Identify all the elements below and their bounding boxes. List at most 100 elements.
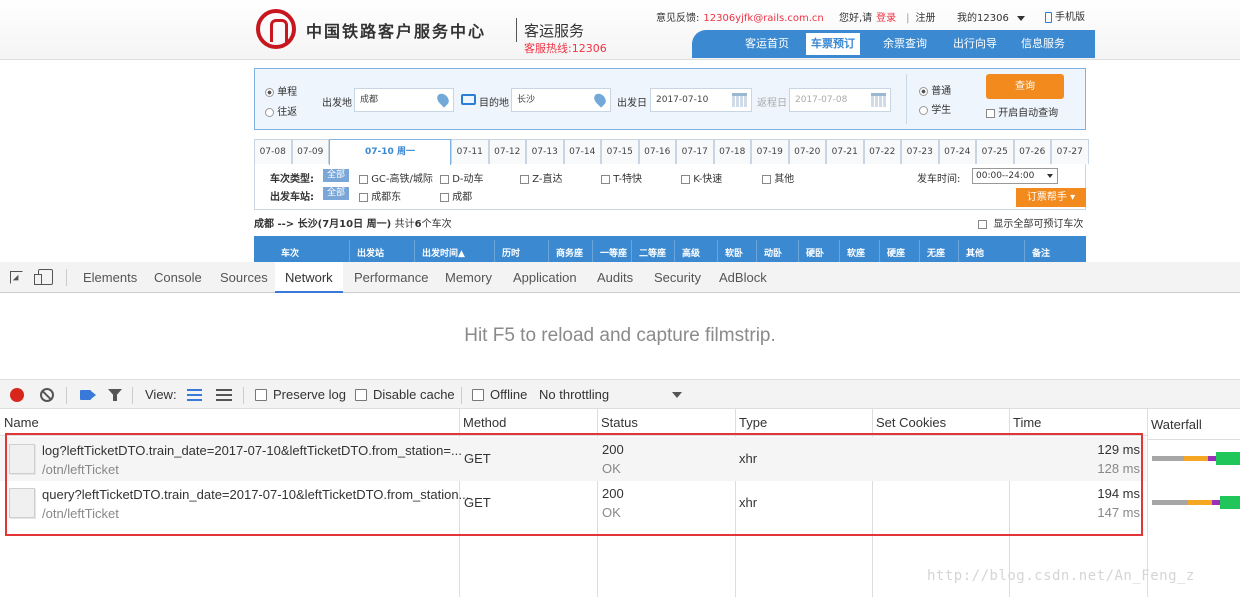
column-header-type[interactable]: Type (735, 409, 872, 436)
date-tab[interactable]: 07-17 (676, 139, 714, 164)
column-header-method[interactable]: Method (459, 409, 597, 436)
site-logo-text[interactable]: 中国铁路客户服务中心 (306, 18, 486, 42)
from-station-input[interactable]: 成都 (354, 88, 454, 112)
clear-icon[interactable] (40, 388, 54, 402)
devtools-tab-adblock[interactable]: AdBlock (719, 262, 767, 293)
chevron-down-icon[interactable] (672, 392, 682, 398)
column-header-set-cookies[interactable]: Set Cookies (872, 409, 1009, 436)
overview-icon[interactable] (216, 389, 232, 401)
date-tab[interactable]: 07-18 (713, 139, 751, 164)
inspect-element-icon[interactable] (10, 271, 23, 284)
date-tab[interactable]: 07-11 (451, 139, 489, 164)
date-tab[interactable]: 07-10 周一 (329, 139, 451, 165)
trip-return-radio[interactable]: 往返 (265, 103, 297, 118)
nav-home[interactable]: 客运首页 (732, 30, 802, 58)
station-chengdudong-checkbox[interactable]: 成都东 (359, 188, 401, 203)
column-header[interactable]: 车次 (281, 246, 299, 259)
nav-booking[interactable]: 车票预订 (806, 33, 860, 55)
trip-single-radio[interactable]: 单程 (265, 83, 297, 98)
column-header-status[interactable]: Status (597, 409, 735, 436)
date-tab[interactable]: 07-08 (254, 139, 292, 164)
column-header[interactable]: 二等座 (639, 246, 666, 259)
column-header[interactable]: 动卧 (764, 246, 782, 259)
to-station-input[interactable]: 长沙 (511, 88, 611, 112)
type-k-checkbox[interactable]: K-快速 (681, 170, 722, 185)
booking-helper-button[interactable]: 订票帮手 ▾ (1016, 188, 1086, 207)
large-rows-icon[interactable] (187, 389, 202, 401)
type-gc-checkbox[interactable]: GC-高铁/城际 (359, 170, 433, 185)
column-header-time[interactable]: Time (1009, 409, 1147, 436)
column-header-waterfall[interactable]: Waterfall (1147, 409, 1240, 440)
type-t-checkbox[interactable]: T-特快 (601, 170, 642, 185)
column-header[interactable]: 高级 (682, 246, 700, 259)
date-tab[interactable]: 07-25 (976, 139, 1014, 164)
station-all-button[interactable]: 全部 (323, 187, 350, 200)
railway-logo-icon[interactable] (256, 9, 296, 49)
date-tab[interactable]: 07-24 (938, 139, 976, 164)
column-header-name[interactable]: Name (0, 409, 459, 436)
register-link[interactable]: 注册 (916, 13, 936, 24)
devtools-tab-audits[interactable]: Audits (597, 262, 633, 293)
my12306-menu[interactable]: 我的12306 (957, 9, 1025, 24)
date-tab[interactable]: 07-19 (751, 139, 789, 164)
column-header[interactable]: 硬卧 (806, 246, 824, 259)
column-header[interactable]: 其他 (966, 246, 984, 259)
throttling-select[interactable]: No throttling (539, 380, 609, 410)
date-tab[interactable]: 07-14 (563, 139, 601, 164)
offline-checkbox[interactable]: Offline (472, 380, 527, 410)
type-normal-radio[interactable]: 普通 (919, 82, 951, 97)
auto-query-checkbox[interactable]: 开启自动查询 (986, 104, 1058, 119)
column-header[interactable]: 历时 (502, 246, 520, 259)
date-tab[interactable]: 07-09 (291, 139, 329, 164)
nav-info-service[interactable]: 信息服务 (1008, 30, 1078, 58)
date-tab[interactable]: 07-21 (826, 139, 864, 164)
devtools-tab-application[interactable]: Application (513, 262, 577, 293)
train-type-all-button[interactable]: 全部 (323, 169, 350, 182)
devtools-tab-console[interactable]: Console (154, 262, 202, 293)
column-header[interactable]: 硬座 (887, 246, 905, 259)
type-student-radio[interactable]: 学生 (919, 101, 951, 116)
filter-icon[interactable] (108, 389, 122, 401)
device-toolbar-icon[interactable] (34, 269, 53, 285)
return-date-input[interactable]: 2017-07-08 (789, 88, 891, 112)
date-tab[interactable]: 07-16 (638, 139, 676, 164)
type-other-checkbox[interactable]: 其他 (762, 170, 794, 185)
record-icon[interactable] (10, 388, 24, 402)
date-tab[interactable]: 07-27 (1051, 139, 1089, 164)
login-link[interactable]: 登录 (876, 13, 896, 24)
nav-travel-guide[interactable]: 出行向导 (940, 30, 1010, 58)
devtools-tab-elements[interactable]: Elements (83, 262, 137, 293)
swap-stations-icon[interactable] (461, 94, 476, 105)
date-tab[interactable]: 07-26 (1013, 139, 1051, 164)
devtools-tab-sources[interactable]: Sources (220, 262, 268, 293)
devtools-tab-security[interactable]: Security (654, 262, 701, 293)
depart-date-input[interactable]: 2017-07-10 (650, 88, 752, 112)
date-tab[interactable]: 07-20 (788, 139, 826, 164)
capture-screenshots-icon[interactable] (80, 390, 91, 400)
date-tab[interactable]: 07-15 (601, 139, 639, 164)
show-all-checkbox[interactable]: 显示全部可预订车次 (978, 215, 1083, 230)
devtools-tab-network[interactable]: Network (275, 262, 343, 293)
depart-time-select[interactable]: 00:00--24:00 (972, 168, 1058, 184)
date-tab[interactable]: 07-23 (901, 139, 939, 164)
column-header[interactable]: 出发站 (357, 246, 384, 259)
disable-cache-checkbox[interactable]: Disable cache (355, 380, 455, 410)
devtools-tab-performance[interactable]: Performance (354, 262, 428, 293)
feedback-email-link[interactable]: 12306yjfk@rails.com.cn (703, 13, 823, 24)
nav-remaining-tickets[interactable]: 余票查询 (870, 30, 940, 58)
column-header[interactable]: 软座 (847, 246, 865, 259)
mobile-link[interactable]: 手机版 (1045, 8, 1085, 23)
column-header[interactable]: 无座 (927, 246, 945, 259)
column-header[interactable]: 出发时间▲ (422, 246, 465, 259)
date-tab[interactable]: 07-12 (488, 139, 526, 164)
column-header[interactable]: 商务座 (556, 246, 583, 259)
column-header[interactable]: 一等座 (600, 246, 627, 259)
column-header[interactable]: 软卧 (725, 246, 743, 259)
preserve-log-checkbox[interactable]: Preserve log (255, 380, 346, 410)
station-chengdu-checkbox[interactable]: 成都 (440, 188, 472, 203)
type-z-checkbox[interactable]: Z-直达 (520, 170, 562, 185)
devtools-tab-memory[interactable]: Memory (445, 262, 492, 293)
date-tab[interactable]: 07-13 (526, 139, 564, 164)
date-tab[interactable]: 07-22 (863, 139, 901, 164)
column-header[interactable]: 备注 (1032, 246, 1050, 259)
